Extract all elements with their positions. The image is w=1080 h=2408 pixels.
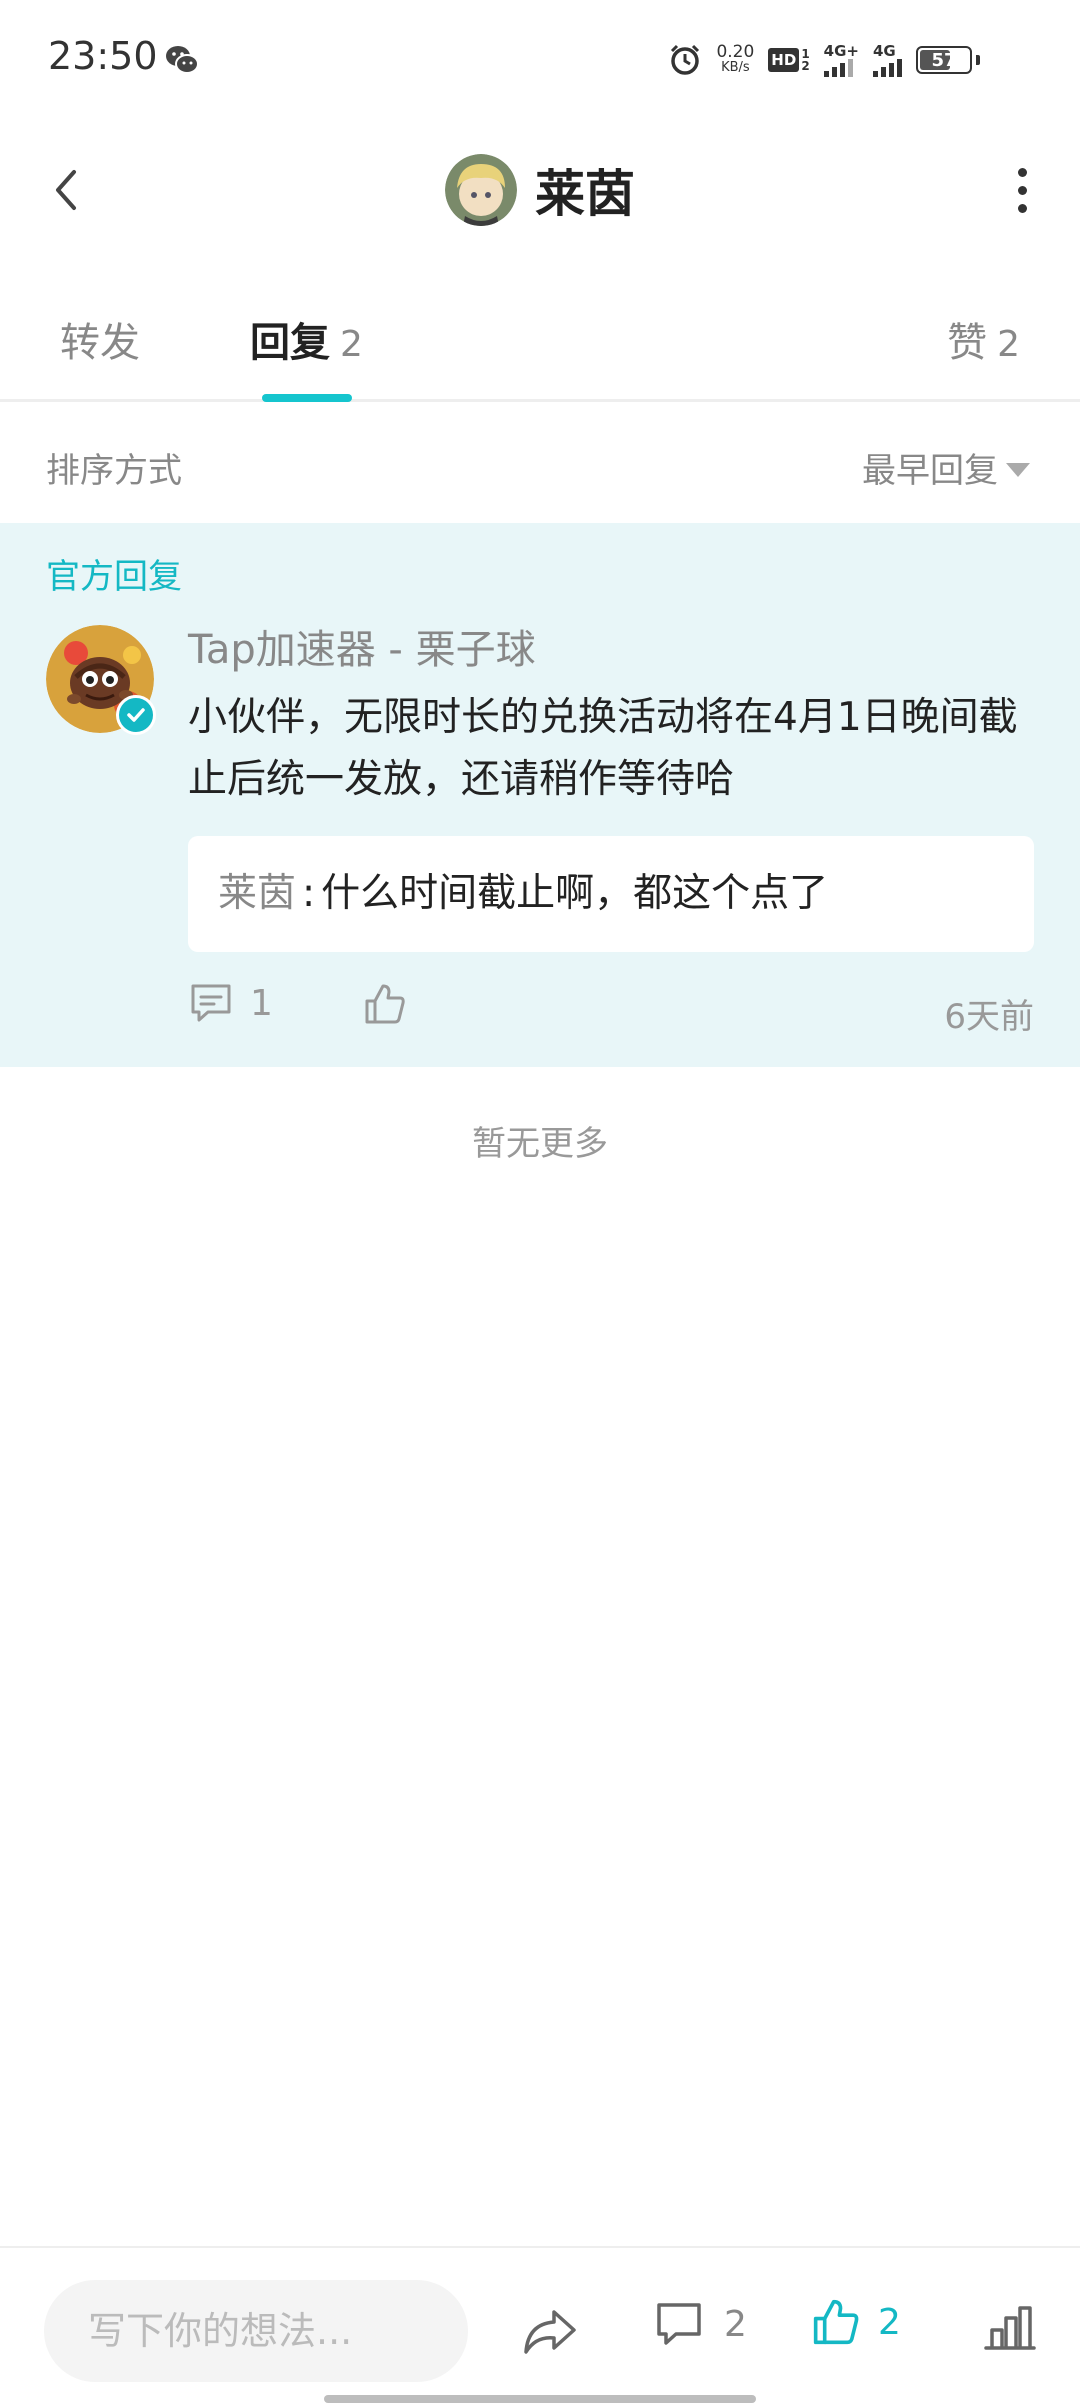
net-speed-value: 0.20 [716,42,755,62]
tab-forward[interactable]: 转发 [60,310,140,368]
bar-chart-icon[interactable] [982,2300,1038,2356]
bottom-action-bar: 2 2 [0,2246,1080,2408]
reply-like-button[interactable] [362,981,408,1031]
sort-selected: 最早回复 [862,451,998,491]
reply-comment-count: 1 [250,982,273,1024]
quote-text: 什么时间截止啊，都这个点了 [321,871,829,916]
comment-icon [191,984,231,1022]
reply-avatar[interactable] [46,625,156,735]
comment-input[interactable] [44,2280,468,2382]
reply-author[interactable]: Tap加速器 - 栗子球 [188,617,536,675]
avatar[interactable] [445,154,517,226]
hd-badge: HD 1 2 [768,48,810,72]
reply-comment-button[interactable]: 1 [188,981,273,1025]
thumbs-up-icon [365,984,405,1024]
bar-comment-count: 2 [724,2303,747,2345]
reply-time: 6天前 [944,997,1034,1037]
hd-sims: 1 2 [801,48,809,72]
caret-down-icon [1006,462,1030,477]
bar-comment-button[interactable]: 2 [654,2300,747,2348]
signal1-label: 4G+ [823,42,859,60]
bar-like-button[interactable]: 2 [810,2296,901,2348]
battery-icon: 57 [916,46,972,74]
quoted-comment[interactable]: 莱茵: 什么时间截止啊，都这个点了 [188,836,1034,952]
tab-forward-label: 转发 [60,320,140,366]
status-time: 23:50 [48,34,158,78]
official-reply-label: 官方回复 [46,557,182,597]
share-icon[interactable] [520,2304,580,2360]
quote-author[interactable]: 莱茵 [218,871,296,916]
reply-actions: 1 6天前 [188,981,1034,1041]
hd-sim2: 2 [801,59,810,73]
hd-label: HD [768,48,800,72]
status-right-icons: 0.20 KB/s HD 1 2 4G+ 4G 57 [668,36,980,84]
tab-like-count: 2 [997,324,1020,365]
sort-dropdown[interactable]: 最早回复 [862,443,1030,492]
net-speed: 0.20 KB/s [716,44,754,76]
comment-icon [657,2303,701,2345]
page-title: 莱茵 [535,165,635,223]
alarm-icon [671,44,700,75]
tab-reply-count: 2 [340,324,363,365]
net-speed-unit: KB/s [721,60,750,75]
tab-reply[interactable]: 回复 2 [250,310,363,368]
tab-like[interactable]: 赞2 [947,310,1020,368]
official-reply-card[interactable]: 官方回复 Tap加速器 - 栗子球 小伙伴，无限时长的兑换活动将在4月1日晚间截… [0,523,1080,1067]
tab-bar: 转发 回复 2 赞2 [0,290,1080,402]
active-tab-indicator [262,394,352,402]
sort-label: 排序方式 [46,451,182,491]
reply-content: 小伙伴，无限时长的兑换活动将在4月1日晚间截止后统一发放，还请稍作等待哈 [188,695,1018,802]
status-bar: 23:50 0.20 KB/s HD 1 2 4G+ 4G 57 [0,0,1080,120]
quote-separator: : [302,871,316,916]
thumbs-up-icon [813,2299,859,2345]
sort-row: 排序方式 最早回复 [0,405,1080,523]
bar-like-count: 2 [878,2301,901,2343]
wechat-icon [166,46,199,74]
tab-like-label: 赞 [947,320,988,366]
home-indicator [324,2395,756,2403]
battery-level: 57 [931,49,957,71]
more-button[interactable] [994,162,1050,218]
top-nav: 莱茵 [0,140,1080,240]
reply-page: 23:50 0.20 KB/s HD 1 2 4G+ 4G 57 莱茵 转发 回… [0,0,1080,2408]
header-user[interactable]: 莱茵 [0,154,1080,226]
signal2-label: 4G [873,42,896,60]
signal-icon-1: 4G+ [823,42,859,77]
signal-icon-2: 4G [873,43,902,77]
more-vertical-icon [1017,167,1027,177]
verified-badge-icon [116,695,156,735]
no-more-text: 暂无更多 [472,1124,608,1164]
tab-reply-label: 回复 [250,320,330,366]
